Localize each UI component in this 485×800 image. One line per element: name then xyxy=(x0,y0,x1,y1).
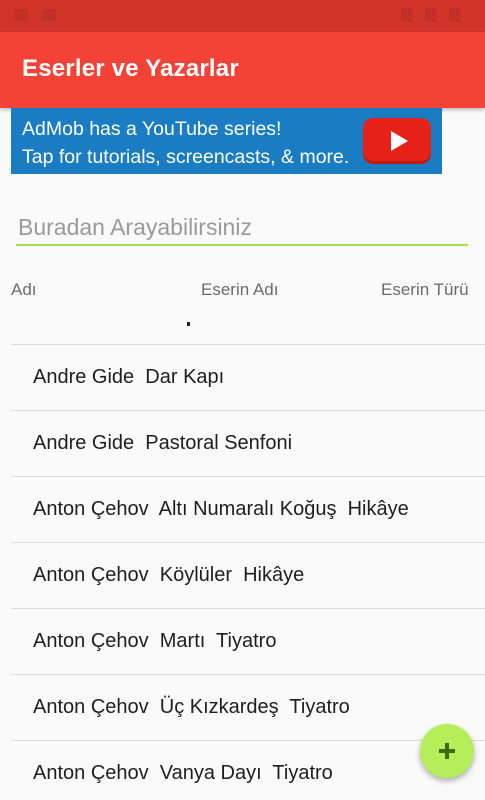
ad-headline: AdMob has a YouTube series! xyxy=(22,118,282,140)
list-item-text: Andre Gide Dar Kapı xyxy=(33,366,225,388)
list-item-text: Anton Çehov Vanya Dayı Tiyatro xyxy=(33,762,333,784)
list-item[interactable] xyxy=(11,322,485,345)
list-item[interactable]: Anton Çehov Vanya Dayı Tiyatro xyxy=(11,741,485,800)
list-item-text: Anton Çehov Üç Kızkardeş Tiyatro xyxy=(33,696,350,718)
app-title: Eserler ve Yazarlar xyxy=(22,55,239,82)
list-item[interactable]: Anton Çehov Köylüler Hikâye xyxy=(11,543,485,609)
column-header-work-type: Eserin Türü xyxy=(381,280,469,299)
wifi-icon xyxy=(401,8,413,22)
list-item-text: Anton Çehov Martı Tiyatro xyxy=(33,630,277,652)
add-button[interactable] xyxy=(420,724,474,778)
app-bar: Eserler ve Yazarlar xyxy=(0,32,485,108)
status-bar xyxy=(0,0,485,32)
list-item[interactable]: Andre Gide Dar Kapı xyxy=(11,345,485,411)
youtube-play-icon xyxy=(363,118,431,164)
column-header-work-name: Eserin Adı xyxy=(201,280,279,299)
works-list[interactable]: Andre Gide Dar Kapı Andre Gide Pastoral … xyxy=(11,322,485,800)
list-item[interactable]: Anton Çehov Martı Tiyatro xyxy=(11,609,485,675)
list-item[interactable]: Anton Çehov Üç Kızkardeş Tiyatro xyxy=(11,675,485,741)
signal-icon xyxy=(425,8,437,22)
list-item[interactable]: Anton Çehov Altı Numaralı Koğuş Hikâye xyxy=(11,477,485,543)
battery-icon xyxy=(449,8,461,22)
ad-subline: Tap for tutorials, screencasts, & more. xyxy=(22,146,350,168)
list-item-text: Andre Gide Pastoral Senfoni xyxy=(33,432,293,454)
notification-icon xyxy=(14,9,28,21)
list-item-text: Anton Çehov Köylüler Hikâye xyxy=(33,564,305,586)
ad-banner[interactable]: AdMob has a YouTube series! Tap for tuto… xyxy=(11,108,442,174)
search-input[interactable] xyxy=(16,210,468,246)
notification-icon xyxy=(42,9,56,21)
list-item-text: Anton Çehov Altı Numaralı Koğuş Hikâye xyxy=(33,498,409,520)
list-item[interactable]: Andre Gide Pastoral Senfoni xyxy=(11,411,485,477)
column-header-author: Adı xyxy=(11,280,37,299)
